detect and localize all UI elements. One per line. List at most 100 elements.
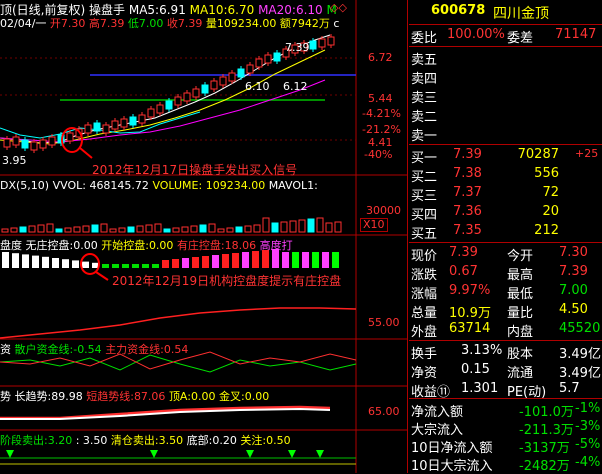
- control-bar: [302, 252, 309, 268]
- control-bar: [222, 254, 229, 268]
- start-control-value: 0.00: [148, 239, 174, 252]
- bottom-header: 阶段卖出:3.20 : 3.50 清仓卖出:3.50 底部:0.20 关注:0.…: [0, 432, 291, 448]
- quote-row[interactable]: 现价 7.39 今开 7.30: [409, 244, 602, 264]
- high-control-label: 高度打: [259, 239, 293, 252]
- candlestick: [102, 124, 110, 134]
- buy-order-row[interactable]: 买三 7.37 72: [409, 184, 602, 204]
- quote-row[interactable]: 涨幅 9.97% 最低 7.00: [409, 282, 602, 302]
- sell-order-row[interactable]: 卖四: [409, 67, 602, 87]
- bottom-label: 底部:: [186, 434, 213, 447]
- quote-row[interactable]: 总量 10.9万 量比 4.50: [409, 301, 602, 321]
- control-bar: [2, 252, 9, 268]
- candlestick: [48, 136, 56, 146]
- candlestick: [111, 120, 119, 130]
- fund-title: 资: [0, 343, 11, 356]
- stat-row[interactable]: 换手 3.13% 股本 3.49亿: [409, 342, 602, 362]
- vol-indicator-name: DX(5,10): [0, 179, 50, 192]
- pct-axis-label: -21.2%: [362, 123, 401, 136]
- clear-sell-value: 3.50: [158, 434, 184, 447]
- quote-value: 7.39: [449, 245, 478, 260]
- control-bar: [142, 264, 149, 268]
- volume-bar: [217, 228, 225, 233]
- volume-bar: [235, 226, 243, 233]
- main-fund-value: 0.54: [163, 343, 189, 356]
- volume-bar: [100, 223, 108, 233]
- candlestick: [39, 139, 47, 149]
- fund-flow-pct: -4%: [575, 455, 601, 470]
- fund-flow-row[interactable]: 净流入额 -101.0万 -1%: [409, 400, 602, 420]
- candlestick: [66, 132, 74, 142]
- sell-order-row[interactable]: 卖二: [409, 105, 602, 125]
- candlestick: [165, 100, 173, 110]
- quote-row[interactable]: 外盘 63714 内盘 45520: [409, 320, 602, 340]
- signal-arrow-icon: [6, 450, 14, 458]
- top-a-value: 0.00: [190, 390, 216, 403]
- weibi-label: 委比: [411, 31, 438, 46]
- trend-axis-label: 65.00: [368, 405, 400, 418]
- quote-label: 总量: [411, 306, 438, 321]
- buy-signal-annotation: 2012年12月17日操盘手发出买入信号: [92, 163, 298, 177]
- candlestick: [156, 104, 164, 114]
- long-trend-label: 长趋势:: [14, 390, 52, 403]
- stock-name: 四川金顶: [493, 6, 549, 22]
- bar-close: 收7.39: [166, 17, 203, 30]
- stat-row[interactable]: 净资 0.15 流通 3.49亿: [409, 361, 602, 381]
- volume-bar: [91, 224, 99, 233]
- volume-bar: [253, 224, 261, 233]
- control-bar: [152, 264, 159, 268]
- sell-level-label: 卖五: [411, 53, 438, 68]
- quote-row[interactable]: 涨跌 0.67 最高 7.39: [409, 263, 602, 283]
- sell-level-label: 卖三: [411, 91, 438, 106]
- volume-bar: [37, 224, 45, 233]
- quote-label: 现价: [411, 249, 438, 264]
- volume-header: DX(5,10) VVOL: 468145.72 VOLUME: 109234.…: [0, 179, 318, 192]
- weicha-label: 委差: [507, 31, 534, 46]
- fund-flow-pct: -1%: [575, 401, 601, 416]
- candlestick: [12, 136, 20, 146]
- control-curve: [0, 307, 357, 339]
- vvol-value: VVOL: 468145.72: [52, 179, 149, 192]
- retail-fund-value: -0.54: [73, 343, 102, 356]
- gold-cross-label: 金叉:: [218, 390, 245, 403]
- buy-price: 7.35: [453, 223, 482, 238]
- vol-unit-badge[interactable]: X10: [360, 218, 388, 232]
- price-mark: 6.10: [245, 80, 270, 93]
- volume-bar: [19, 226, 27, 233]
- stat-value: 3.49亿: [559, 366, 601, 381]
- control-bar: [52, 258, 59, 268]
- bar-volume: 量109234.00: [205, 17, 277, 30]
- buy-order-row[interactable]: 买四 7.36 20: [409, 203, 602, 223]
- panel-divider: [409, 340, 602, 341]
- candlestick: [21, 139, 29, 149]
- stage-sell-label: 阶段卖出:: [0, 434, 48, 447]
- volume-bars: [1, 217, 342, 233]
- weicha-value: 71147: [555, 27, 597, 42]
- volume-bar: [163, 228, 171, 233]
- price-axis-label: 6.72: [368, 51, 393, 64]
- sell-order-row[interactable]: 卖三: [409, 86, 602, 106]
- retail-fund-label: 散户资金线:: [14, 343, 74, 356]
- diamond-icon[interactable]: ◇◇: [330, 1, 347, 14]
- volume-bar: [334, 221, 342, 233]
- buy-order-row[interactable]: 买一 7.39 70287 +25: [409, 146, 602, 166]
- sell-order-row[interactable]: 卖五: [409, 48, 602, 68]
- weibi-value: 100.00%: [447, 27, 505, 42]
- bar-amount: 额7942万: [279, 17, 330, 30]
- buy-order-row[interactable]: 买五 7.35 212: [409, 222, 602, 242]
- stat-row[interactable]: 收益⑪ 1.301 PE(动) 5.7: [409, 380, 602, 400]
- chart-area[interactable]: 顶(日线,前复权) 操盘手 MA5:6.91 MA10:6.70 MA20:6.…: [0, 0, 407, 473]
- fund-flow-row[interactable]: 10日净流入额 -3137万 -5%: [409, 436, 602, 456]
- volume-bar: [82, 225, 90, 233]
- candlestick: [318, 38, 326, 48]
- control-bar: [112, 264, 119, 268]
- quote-label: 今开: [507, 249, 534, 264]
- pct-axis-label: -40%: [364, 148, 393, 161]
- buy-volume: 70287: [517, 147, 559, 162]
- control-bar: [122, 264, 129, 268]
- sell-order-row[interactable]: 卖一: [409, 124, 602, 144]
- fund-flow-row[interactable]: 大宗流入 -211.3万 -3%: [409, 418, 602, 438]
- short-trend-value: 87.06: [133, 390, 166, 403]
- buy-order-row[interactable]: 买二 7.38 556: [409, 165, 602, 185]
- gold-cross-value: 0.00: [244, 390, 270, 403]
- fund-flow-row[interactable]: 10日大宗流入 -2482万 -4%: [409, 454, 602, 474]
